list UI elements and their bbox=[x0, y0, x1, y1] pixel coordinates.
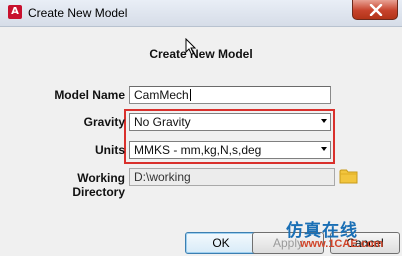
title-bar: A Create New Model bbox=[0, 0, 402, 27]
model-name-value: CamMech bbox=[134, 88, 189, 102]
working-directory-value: D:\working bbox=[134, 170, 191, 184]
mouse-cursor-icon bbox=[185, 38, 197, 56]
gravity-label: Gravity bbox=[83, 115, 125, 129]
units-value: MMKS - mm,kg,N,s,deg bbox=[134, 143, 262, 157]
working-directory-label: Working Directory bbox=[72, 171, 125, 199]
model-name-label: Model Name bbox=[54, 88, 125, 102]
ok-button[interactable]: OK bbox=[185, 232, 257, 254]
close-button[interactable] bbox=[352, 0, 398, 20]
folder-icon bbox=[339, 169, 358, 184]
gravity-value: No Gravity bbox=[134, 115, 191, 129]
dialog-heading: Create New Model bbox=[149, 47, 253, 61]
chevron-down-icon bbox=[321, 119, 327, 123]
corner-watermark: 仿真在线 www.1CAE.com bbox=[286, 216, 398, 254]
chevron-down-icon bbox=[321, 147, 327, 151]
units-label: Units bbox=[95, 143, 125, 157]
browse-folder-button[interactable] bbox=[339, 167, 359, 185]
gravity-select[interactable]: No Gravity bbox=[129, 113, 331, 131]
text-caret bbox=[189, 89, 191, 101]
units-select[interactable]: MMKS - mm,kg,N,s,deg bbox=[129, 141, 331, 159]
model-name-input[interactable]: CamMech bbox=[129, 86, 331, 104]
window-title: Create New Model bbox=[28, 6, 128, 20]
app-icon: A bbox=[8, 5, 22, 19]
close-icon bbox=[369, 4, 383, 16]
working-directory-input[interactable]: D:\working bbox=[129, 168, 335, 186]
corner-watermark-en: www.1CAE.com bbox=[300, 238, 384, 250]
